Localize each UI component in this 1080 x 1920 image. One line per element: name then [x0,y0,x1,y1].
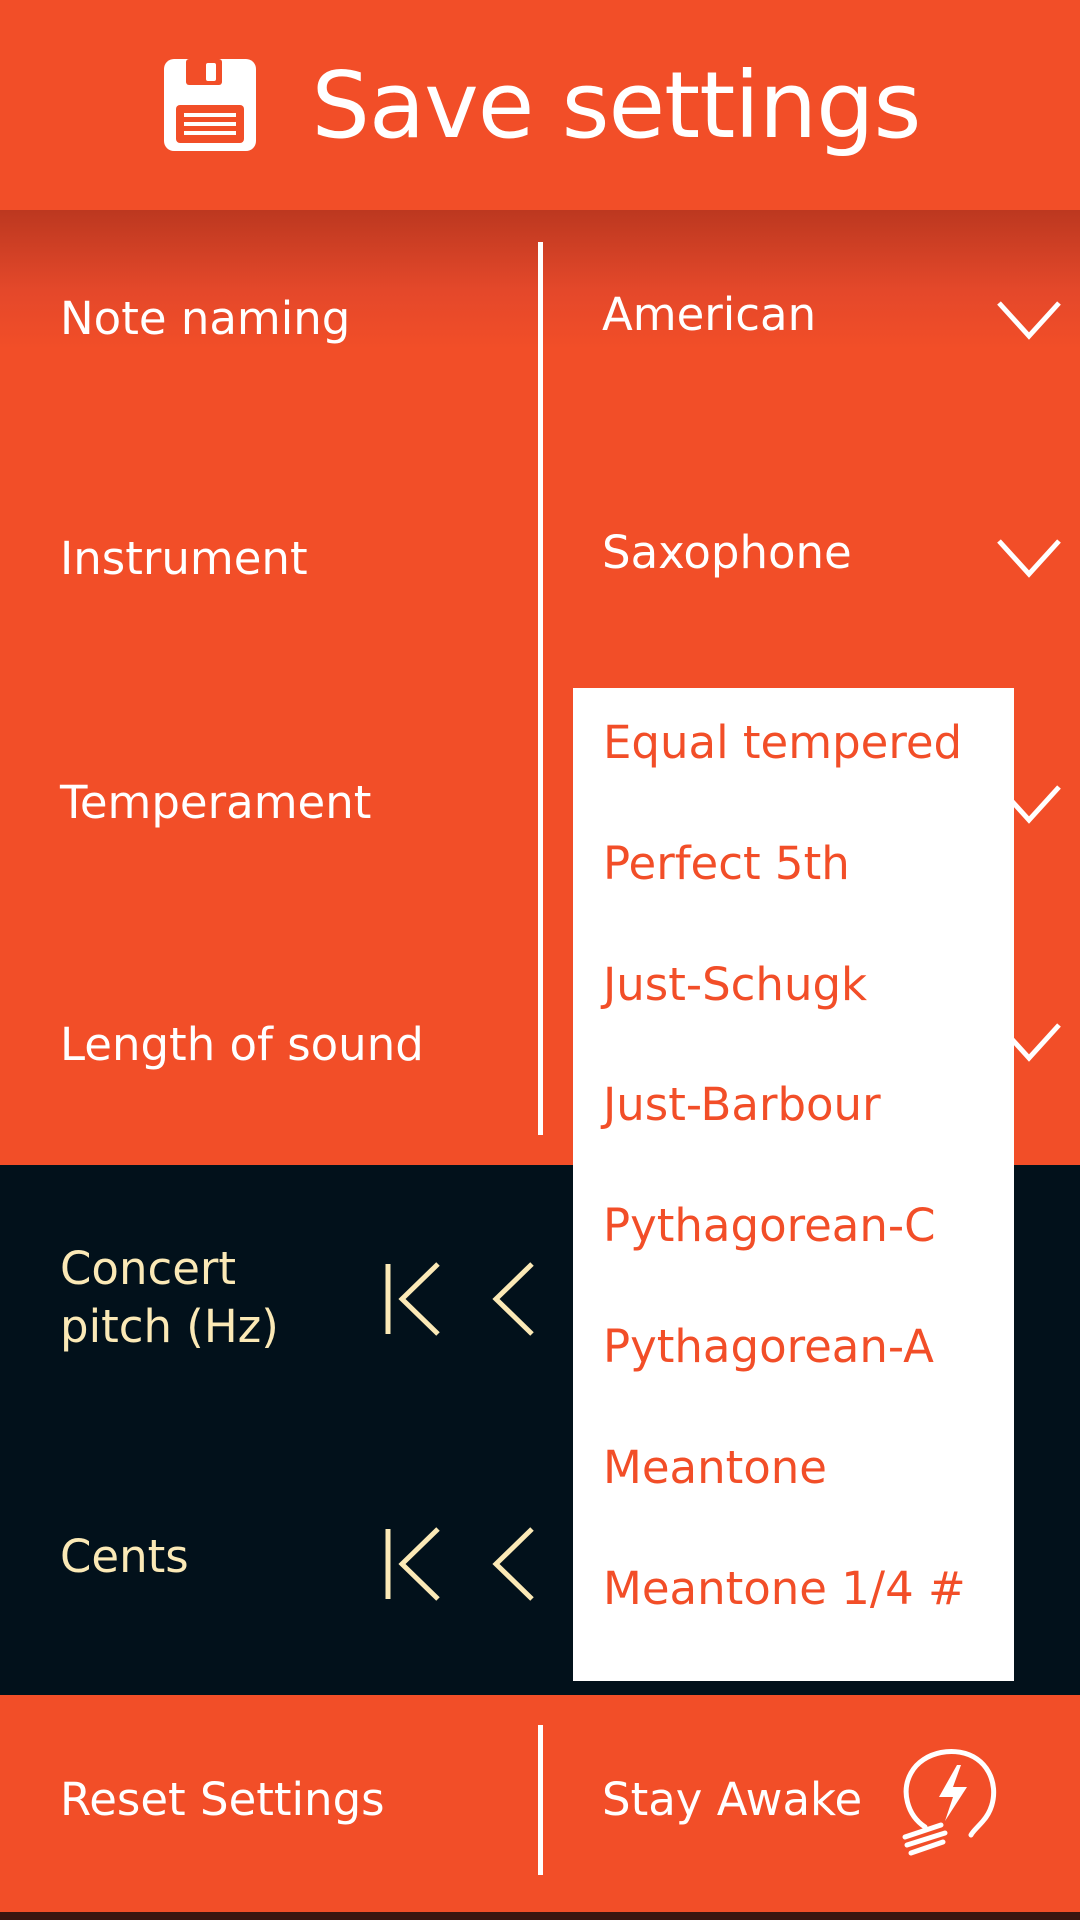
note-naming-select[interactable]: American [602,288,816,341]
stay-awake-button[interactable]: Stay Awake [602,1773,862,1826]
footer-bar: Reset Settings Stay Awake [0,1695,1080,1920]
setting-row-note-naming: Note naming American [0,288,1080,532]
bottom-edge [0,1912,1080,1920]
length-of-sound-label: Length of sound [60,1018,424,1071]
instrument-select[interactable]: Saxophone [602,526,852,579]
floppy-disk-icon [163,59,256,151]
dropdown-option[interactable]: Just-Schugk [603,958,867,1011]
instrument-label: Instrument [60,532,308,585]
chevron-left-icon[interactable] [486,1260,546,1338]
column-divider [538,1725,543,1875]
dropdown-option[interactable]: Equal tempered [603,716,962,769]
skip-back-icon[interactable] [384,1525,444,1603]
reset-settings-button[interactable]: Reset Settings [60,1773,385,1826]
chevron-left-icon[interactable] [486,1525,546,1603]
dropdown-option[interactable]: Meantone [603,1441,827,1494]
dropdown-option[interactable]: Pythagorean-C [603,1199,936,1252]
page-title: Save settings [311,51,922,159]
concert-pitch-label: Concert pitch (Hz) [60,1242,279,1353]
chevron-down-icon[interactable] [996,538,1062,578]
note-naming-label: Note naming [60,292,351,345]
dropdown-option[interactable]: Pythagorean-A [603,1320,934,1373]
temperament-label: Temperament [60,776,372,829]
dropdown-option[interactable]: Perfect 5th [603,837,850,890]
dropdown-option[interactable]: Meantone 1/4 # [603,1562,966,1615]
chevron-down-icon[interactable] [996,300,1062,340]
save-settings-header[interactable]: Save settings [0,0,1080,210]
lightbulb-bolt-icon[interactable] [895,1741,1001,1859]
dropdown-option[interactable]: Just-Barbour [603,1078,881,1131]
temperament-dropdown: Equal tempered Perfect 5th Just-Schugk J… [573,688,1014,1681]
cents-label: Cents [60,1530,189,1583]
skip-back-icon[interactable] [384,1260,444,1338]
